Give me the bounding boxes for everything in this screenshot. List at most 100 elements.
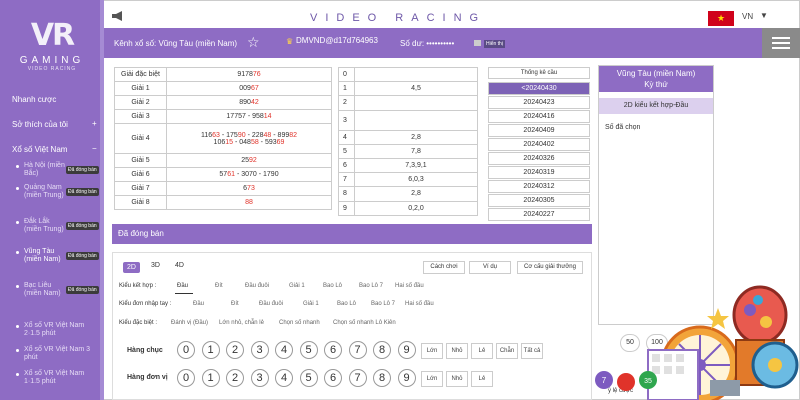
bet-option[interactable]: Bao Lô 7 bbox=[359, 283, 383, 289]
sidebar-sub-item[interactable]: Xổ số VR Việt Nam 2·1.5 phút bbox=[24, 322, 98, 338]
example-button[interactable]: Ví dụ bbox=[469, 261, 511, 274]
bet-option[interactable]: Đầu đuôi bbox=[259, 301, 283, 307]
language-selector[interactable]: VN bbox=[742, 12, 753, 21]
vietnam-flag-icon[interactable]: ★ bbox=[708, 11, 734, 26]
number-ball-tens[interactable]: 6 bbox=[324, 341, 342, 359]
sidebar-sub-item[interactable]: Đắk Lắk (miền Trung) bbox=[24, 218, 66, 234]
loto-head: 1 bbox=[338, 81, 355, 97]
draw-date-item[interactable]: 20240402 bbox=[488, 138, 590, 151]
draw-date-item[interactable]: 20240409 bbox=[488, 124, 590, 137]
favorite-star-icon[interactable]: ☆ bbox=[247, 34, 260, 51]
collapse-icon[interactable]: − bbox=[92, 144, 97, 153]
number-ball-units[interactable]: 0 bbox=[177, 369, 195, 387]
number-ball-units[interactable]: 2 bbox=[226, 369, 244, 387]
loto-head: 7 bbox=[338, 172, 355, 188]
show-balance-button[interactable]: Hiển thị bbox=[484, 40, 505, 48]
eye-icon[interactable] bbox=[474, 40, 481, 46]
draw-date-item[interactable]: 20240305 bbox=[488, 194, 590, 207]
bet-option[interactable]: Chọn số nhanh bbox=[279, 320, 320, 326]
quick-select-button[interactable]: Lớn bbox=[421, 371, 443, 387]
number-ball-units[interactable]: 9 bbox=[397, 369, 416, 387]
panel-draw-number: Kỳ thứ bbox=[644, 80, 668, 89]
sidebar-sub-item[interactable]: Quảng Nam (miền Trung) bbox=[24, 184, 66, 200]
user-icon: ♛ bbox=[286, 37, 294, 46]
draw-date-item[interactable]: 20240319 bbox=[488, 166, 590, 179]
draw-date-item[interactable]: 20240416 bbox=[488, 110, 590, 123]
sidebar-sub-item[interactable]: Hà Nội (miền Bắc) bbox=[24, 162, 66, 178]
loto-row: 8 2,8 bbox=[338, 186, 478, 202]
bet-option[interactable]: Đít bbox=[215, 283, 223, 289]
bet-option[interactable]: Bao Lô bbox=[337, 301, 356, 307]
number-ball-tens[interactable]: 9 bbox=[397, 341, 416, 359]
tab-4d[interactable]: 4D bbox=[175, 262, 184, 269]
quick-select-button[interactable]: Chẵn bbox=[496, 343, 518, 359]
sidebar-item-quick-bet[interactable]: Nhanh cược bbox=[12, 95, 56, 104]
tab-3d[interactable]: 3D bbox=[151, 262, 160, 269]
logo-tagline: VIDEO RACING bbox=[27, 66, 77, 72]
draw-date-item[interactable]: 20240227 bbox=[488, 208, 590, 221]
bet-option[interactable]: Đầu bbox=[193, 301, 204, 307]
number-ball-units[interactable]: 7 bbox=[348, 369, 367, 387]
draw-date-item[interactable]: 20240326 bbox=[488, 152, 590, 165]
number-ball-units[interactable]: 8 bbox=[373, 369, 391, 387]
chevron-down-icon[interactable]: ▼ bbox=[760, 11, 768, 20]
bet-option[interactable]: Đánh vị (Đầu) bbox=[171, 320, 208, 326]
draw-date-item[interactable]: 20240423 bbox=[488, 96, 590, 109]
quick-select-button[interactable]: Nhỏ bbox=[446, 371, 468, 387]
sales-closed-badge: Đã đóng bán bbox=[66, 252, 99, 260]
number-ball-tens[interactable]: 5 bbox=[299, 341, 318, 359]
bet-option[interactable]: Giải 1 bbox=[303, 301, 319, 307]
number-ball-units[interactable]: 1 bbox=[201, 369, 220, 387]
bet-option[interactable]: Đít bbox=[231, 301, 239, 307]
draw-date-item[interactable]: <20240430 bbox=[488, 82, 590, 95]
bet-option[interactable]: Hai số đầu bbox=[395, 283, 424, 289]
expand-icon[interactable]: + bbox=[92, 119, 97, 128]
sidebar-scrollbar[interactable] bbox=[100, 0, 104, 400]
prize-label: Giải 6 bbox=[114, 167, 167, 182]
sidebar-sub-item[interactable]: Xổ số VR Việt Nam 3 phút bbox=[24, 346, 98, 362]
prize-structure-button[interactable]: Cơ cấu giải thưởng bbox=[517, 261, 583, 274]
bet-option[interactable]: Bao Lô bbox=[323, 283, 342, 289]
sidebar-item-favorites[interactable]: Sở thích của tôi bbox=[12, 120, 68, 129]
vr-gaming-logo[interactable]: VR GAMING VIDEO RACING bbox=[12, 18, 92, 88]
stats-button[interactable]: Thống kê cầu bbox=[488, 67, 590, 79]
number-ball-units[interactable]: 3 bbox=[250, 369, 269, 387]
bet-option[interactable]: Giải 1 bbox=[289, 283, 305, 289]
sidebar-sub-item[interactable]: Bạc Liêu (miền Nam) bbox=[24, 282, 66, 298]
number-ball-tens[interactable]: 3 bbox=[250, 341, 269, 359]
sidebar-item-vietnam-lottery[interactable]: Xổ số Việt Nam bbox=[12, 145, 67, 154]
sidebar-sub-item[interactable]: Vũng Tàu (miền Nam) bbox=[24, 248, 66, 264]
number-ball-units[interactable]: 4 bbox=[275, 369, 293, 387]
bet-option[interactable]: Chọn số nhanh Lô Kiên bbox=[333, 320, 396, 326]
number-ball-tens[interactable]: 7 bbox=[348, 341, 367, 359]
quick-select-button[interactable]: Lẻ bbox=[471, 343, 493, 359]
quick-select-button[interactable]: Nhỏ bbox=[446, 343, 468, 359]
number-ball-tens[interactable]: 1 bbox=[201, 341, 220, 359]
bet-option[interactable]: Lớn nhỏ, chẵn lẻ bbox=[219, 320, 264, 326]
number-ball-tens[interactable]: 0 bbox=[177, 341, 195, 359]
bet-option[interactable]: Đầu bbox=[177, 283, 188, 289]
bet-mode-label: 2D kiểu kết hợp-Đầu bbox=[599, 98, 713, 114]
sales-closed-badge: Đã đóng bán bbox=[66, 222, 99, 230]
megaphone-icon[interactable] bbox=[112, 11, 124, 21]
number-ball-units[interactable]: 5 bbox=[299, 369, 318, 387]
how-to-play-button[interactable]: Cách chơi bbox=[423, 261, 465, 274]
logo-mark: VR bbox=[30, 18, 75, 53]
loto-head: 4 bbox=[338, 129, 355, 145]
quick-select-button[interactable]: Tất cả bbox=[521, 343, 543, 359]
quick-select-button[interactable]: Lẻ bbox=[471, 371, 493, 387]
sidebar-sub-item[interactable]: Xổ số VR Việt Nam 1·1.5 phút bbox=[24, 370, 98, 386]
sales-closed-badge: Đã đóng bán bbox=[66, 166, 99, 174]
quick-select-button[interactable]: Lớn bbox=[421, 343, 443, 359]
number-ball-units[interactable]: 6 bbox=[324, 369, 342, 387]
bet-option[interactable]: Hai số đầu bbox=[405, 301, 434, 307]
menu-button[interactable] bbox=[762, 28, 800, 58]
prize-label: Giải 8 bbox=[114, 195, 167, 210]
bet-option[interactable]: Đầu đuôi bbox=[245, 283, 269, 289]
number-ball-tens[interactable]: 8 bbox=[373, 341, 391, 359]
bet-option[interactable]: Bao Lô 7 bbox=[371, 301, 395, 307]
tab-2d[interactable]: 2D bbox=[123, 262, 140, 273]
draw-date-item[interactable]: 20240312 bbox=[488, 180, 590, 193]
number-ball-tens[interactable]: 4 bbox=[275, 341, 293, 359]
number-ball-tens[interactable]: 2 bbox=[226, 341, 244, 359]
